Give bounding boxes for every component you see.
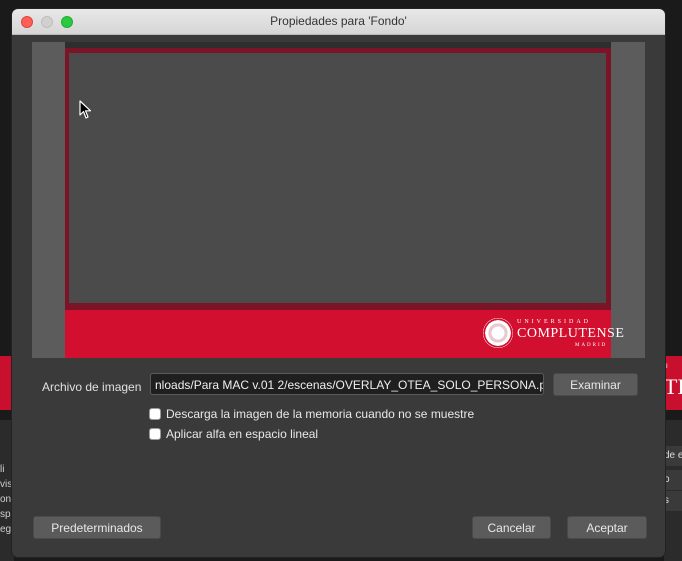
preview-letterbox-left — [32, 42, 65, 358]
logo-bottom-text: MADRID — [575, 343, 608, 348]
background-app-logo-small: I — [666, 364, 668, 370]
unload-when-hidden-option[interactable]: Descarga la imagen de la memoria cuando … — [149, 406, 474, 422]
university-logo: UNIVERSIDAD COMPLUTENSE MADRID — [483, 316, 624, 352]
cancel-button[interactable]: Cancelar — [472, 516, 551, 539]
window-title: Propiedades para 'Fondo' — [270, 14, 407, 28]
background-app-row: o — [664, 470, 682, 490]
background-app-right-banner: I TE — [664, 356, 682, 410]
background-app-row: de e — [664, 446, 682, 466]
defaults-button[interactable]: Predeterminados — [33, 516, 161, 539]
background-app-logo-text: TE — [664, 374, 682, 399]
linear-alpha-checkbox[interactable] — [149, 428, 161, 440]
logo-name: COMPLUTENSE — [517, 326, 625, 341]
background-app-row: s — [664, 491, 682, 511]
preview-letterbox-right — [611, 42, 645, 358]
browse-button[interactable]: Examinar — [553, 373, 638, 396]
source-preview: UNIVERSIDAD COMPLUTENSE MADRID — [32, 42, 645, 358]
overlay-transparent-area — [69, 53, 606, 303]
unload-when-hidden-label: Descarga la imagen de la memoria cuando … — [166, 407, 475, 421]
title-bar[interactable]: Propiedades para 'Fondo' — [12, 9, 665, 35]
linear-alpha-option[interactable]: Aplicar alfa en espacio lineal — [149, 426, 318, 442]
university-seal-icon — [483, 318, 513, 348]
accept-button[interactable]: Aceptar — [567, 516, 647, 539]
mouse-pointer-icon — [79, 100, 92, 119]
linear-alpha-label: Aplicar alfa en espacio lineal — [166, 427, 319, 441]
logo-top-text: UNIVERSIDAD — [517, 319, 591, 325]
image-file-label: Archivo de imagen — [42, 380, 142, 394]
image-file-path-field[interactable]: nloads/Para MAC v.01 2/escenas/OVERLAY_O… — [150, 373, 544, 395]
unload-when-hidden-checkbox[interactable] — [149, 408, 161, 420]
properties-dialog: Propiedades para 'Fondo' UNIVERSIDAD COM… — [12, 9, 665, 557]
preview-canvas: UNIVERSIDAD COMPLUTENSE MADRID — [65, 48, 624, 358]
overlay-red-band: UNIVERSIDAD COMPLUTENSE MADRID — [65, 310, 624, 358]
